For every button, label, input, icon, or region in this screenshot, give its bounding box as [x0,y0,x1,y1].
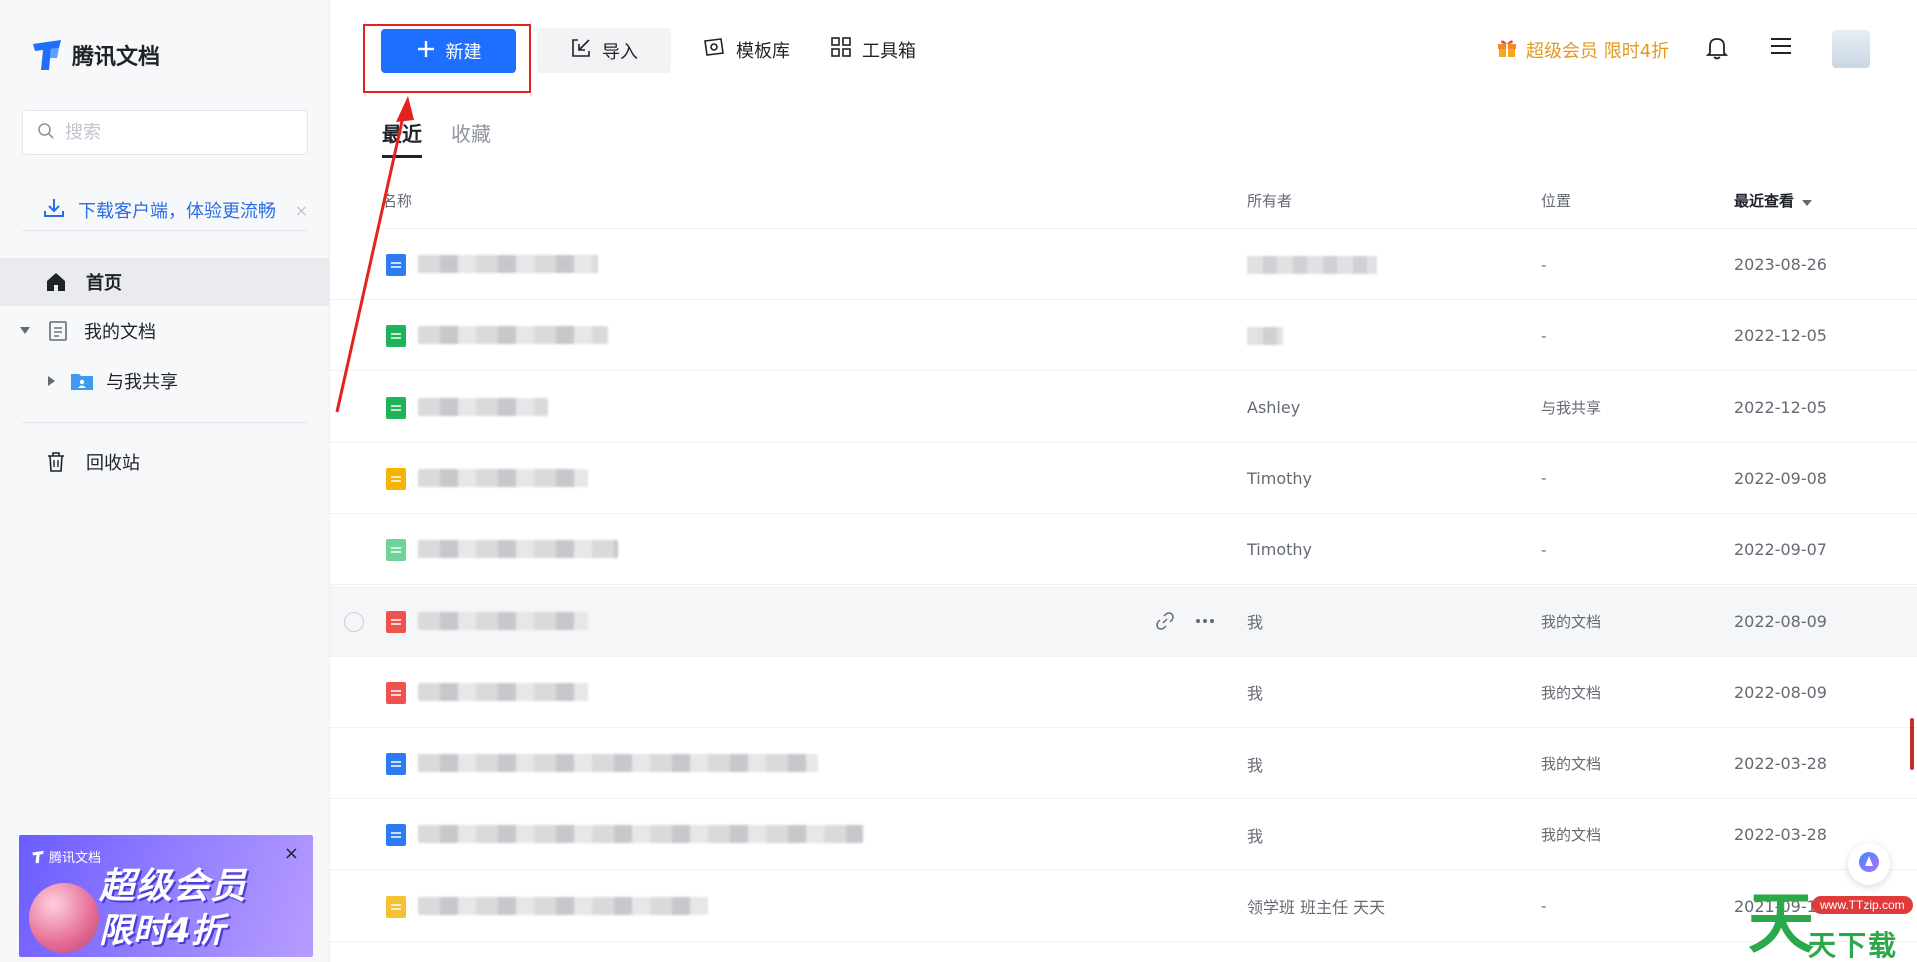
watermark-url: www.TTzip.com [1812,896,1913,914]
watermark-text: 天下载 [1808,929,1899,962]
ai-assistant-icon [1857,850,1881,878]
scrollbar-thumb[interactable] [1910,718,1914,770]
app-window: 腾讯文档 下载客户端，体验更流畅 × 首页 [0,0,1917,962]
watermark-logo: 天 [1748,885,1814,962]
site-watermark: 天 www.TTzip.com 天下载 [1748,885,1913,962]
annotation-arrow [335,96,414,413]
assistant-button[interactable] [1848,843,1890,885]
